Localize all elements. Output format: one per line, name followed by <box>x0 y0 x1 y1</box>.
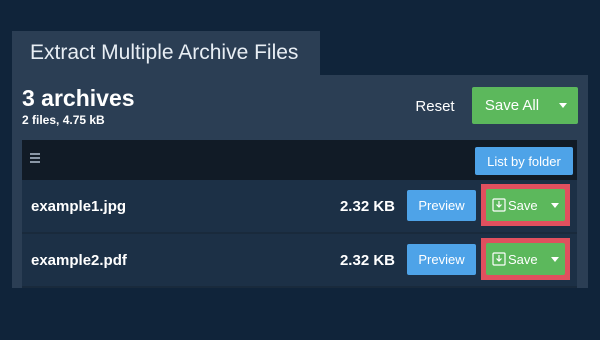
file-row: example1.jpg 2.32 KB Preview Save <box>22 180 577 232</box>
save-label: Save <box>508 197 538 213</box>
file-row: example2.pdf 2.32 KB Preview Save <box>22 234 577 286</box>
window-title-tab: Extract Multiple Archive Files <box>12 31 320 75</box>
file-size: 2.32 KB <box>339 197 395 215</box>
preview-button[interactable]: Preview <box>407 244 476 275</box>
save-label: Save <box>508 251 538 267</box>
save-button-highlight: Save <box>481 184 570 226</box>
reset-button[interactable]: Reset <box>404 89 466 123</box>
download-icon <box>492 252 506 266</box>
save-dropdown-toggle[interactable] <box>538 202 565 208</box>
save-button-highlight: Save <box>481 238 570 280</box>
file-size: 2.32 KB <box>339 251 395 269</box>
main-panel: 3 archives 2 files, 4.75 kB Reset Save A… <box>12 75 588 288</box>
chevron-down-icon <box>551 202 559 208</box>
chevron-down-icon <box>551 256 559 262</box>
menu-icon[interactable] <box>30 153 40 163</box>
file-name: example1.jpg <box>31 197 127 215</box>
save-all-dropdown-toggle[interactable] <box>548 87 578 124</box>
save-all-button[interactable]: Save All <box>472 87 578 124</box>
preview-button[interactable]: Preview <box>407 190 476 221</box>
save-all-label: Save All <box>484 97 540 114</box>
list-by-folder-button[interactable]: List by folder <box>475 147 573 175</box>
archive-detail: 2 files, 4.75 kB <box>22 113 105 127</box>
chevron-down-icon <box>559 103 567 108</box>
archive-summary: 3 archives 2 files, 4.75 kB <box>22 85 135 127</box>
save-dropdown-toggle[interactable] <box>538 256 565 262</box>
file-list-header: List by folder <box>22 140 577 180</box>
save-button[interactable]: Save <box>486 189 565 221</box>
archive-count: 3 archives <box>22 85 135 111</box>
save-button[interactable]: Save <box>486 243 565 275</box>
file-list: List by folder example1.jpg 2.32 KB Prev… <box>22 140 577 288</box>
window-title: Extract Multiple Archive Files <box>30 41 299 64</box>
download-icon <box>492 198 506 212</box>
file-name: example2.pdf <box>31 251 127 269</box>
